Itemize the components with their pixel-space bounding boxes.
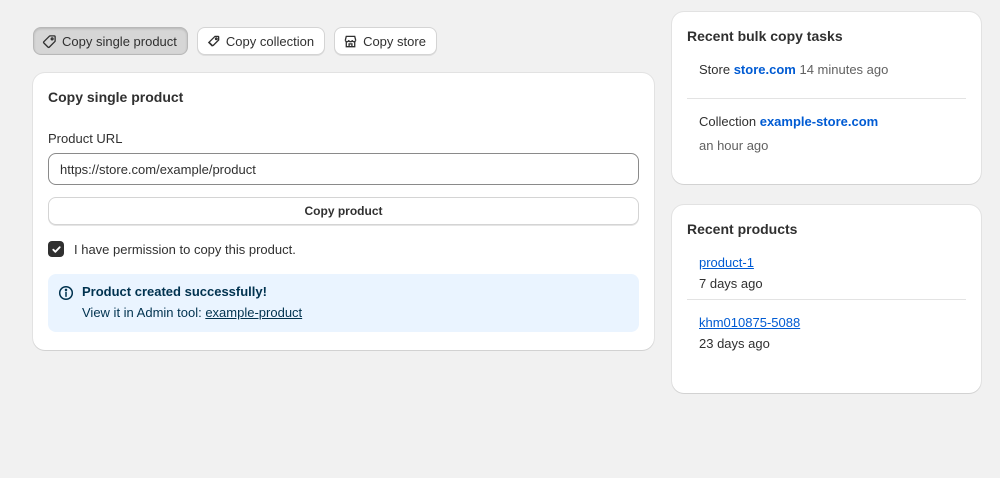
copy-product-button[interactable]: Copy product bbox=[48, 197, 639, 225]
banner-title: Product created successfully! bbox=[82, 284, 267, 299]
task-link[interactable]: store.com bbox=[734, 62, 796, 77]
tab-label: Copy store bbox=[363, 33, 426, 49]
recent-tasks-card: Recent bulk copy tasks Store store.com 1… bbox=[672, 12, 981, 184]
product-url-input[interactable] bbox=[48, 153, 639, 185]
banner-text-prefix: View it in Admin tool: bbox=[82, 305, 206, 320]
permission-checkbox[interactable] bbox=[48, 241, 64, 257]
recent-products-card: Recent products product-1 7 days ago khm… bbox=[672, 205, 981, 393]
recent-products-title: Recent products bbox=[687, 221, 798, 237]
list-item: Store store.com 14 minutes ago bbox=[687, 61, 966, 99]
product-url-label: Product URL bbox=[48, 131, 123, 146]
tab-label: Copy collection bbox=[225, 33, 315, 49]
product-link[interactable]: product-1 bbox=[699, 254, 754, 272]
task-time: an hour ago bbox=[699, 138, 769, 153]
recent-tasks-title: Recent bulk copy tasks bbox=[687, 28, 843, 44]
info-icon bbox=[58, 285, 74, 301]
copy-mode-tabs: Copy single product Copy collection Copy… bbox=[33, 27, 654, 55]
list-item: Collection example-store.com an hour ago bbox=[687, 99, 966, 155]
tab-copy-single-product[interactable]: Copy single product bbox=[33, 27, 188, 55]
task-line: Collection example-store.com bbox=[699, 113, 954, 131]
permission-row: I have permission to copy this product. bbox=[48, 241, 639, 257]
banner-content: Product created successfully! View it in… bbox=[82, 284, 302, 322]
store-icon bbox=[344, 35, 357, 47]
task-link[interactable]: example-store.com bbox=[760, 114, 879, 129]
task-line: Store store.com 14 minutes ago bbox=[699, 61, 954, 79]
task-type: Collection bbox=[699, 114, 757, 129]
product-link[interactable]: khm010875-5088 bbox=[699, 314, 800, 332]
checkmark-icon bbox=[51, 245, 61, 253]
banner-text: View it in Admin tool: example-product bbox=[82, 305, 302, 320]
copy-product-card: Copy single product Product URL Copy pro… bbox=[33, 73, 654, 350]
task-type: Store bbox=[699, 62, 731, 77]
task-time: 14 minutes ago bbox=[799, 62, 889, 77]
main-column: Copy single product Copy collection Copy… bbox=[33, 27, 654, 350]
product-age: 23 days ago bbox=[699, 336, 770, 351]
tab-copy-collection[interactable]: Copy collection bbox=[196, 27, 326, 55]
tab-label: Copy single product bbox=[62, 33, 177, 49]
success-banner: Product created successfully! View it in… bbox=[48, 274, 639, 332]
tab-copy-store[interactable]: Copy store bbox=[334, 27, 437, 55]
card-title: Copy single product bbox=[48, 89, 184, 105]
side-column: Recent bulk copy tasks Store store.com 1… bbox=[672, 12, 981, 393]
list-item: product-1 7 days ago bbox=[687, 254, 966, 300]
list-item: khm010875-5088 23 days ago bbox=[687, 300, 966, 353]
product-age: 7 days ago bbox=[699, 276, 763, 291]
tag-icon bbox=[42, 34, 56, 48]
permission-label: I have permission to copy this product. bbox=[74, 241, 296, 257]
admin-product-link[interactable]: example-product bbox=[205, 305, 302, 320]
collection-tag-icon bbox=[207, 35, 220, 47]
